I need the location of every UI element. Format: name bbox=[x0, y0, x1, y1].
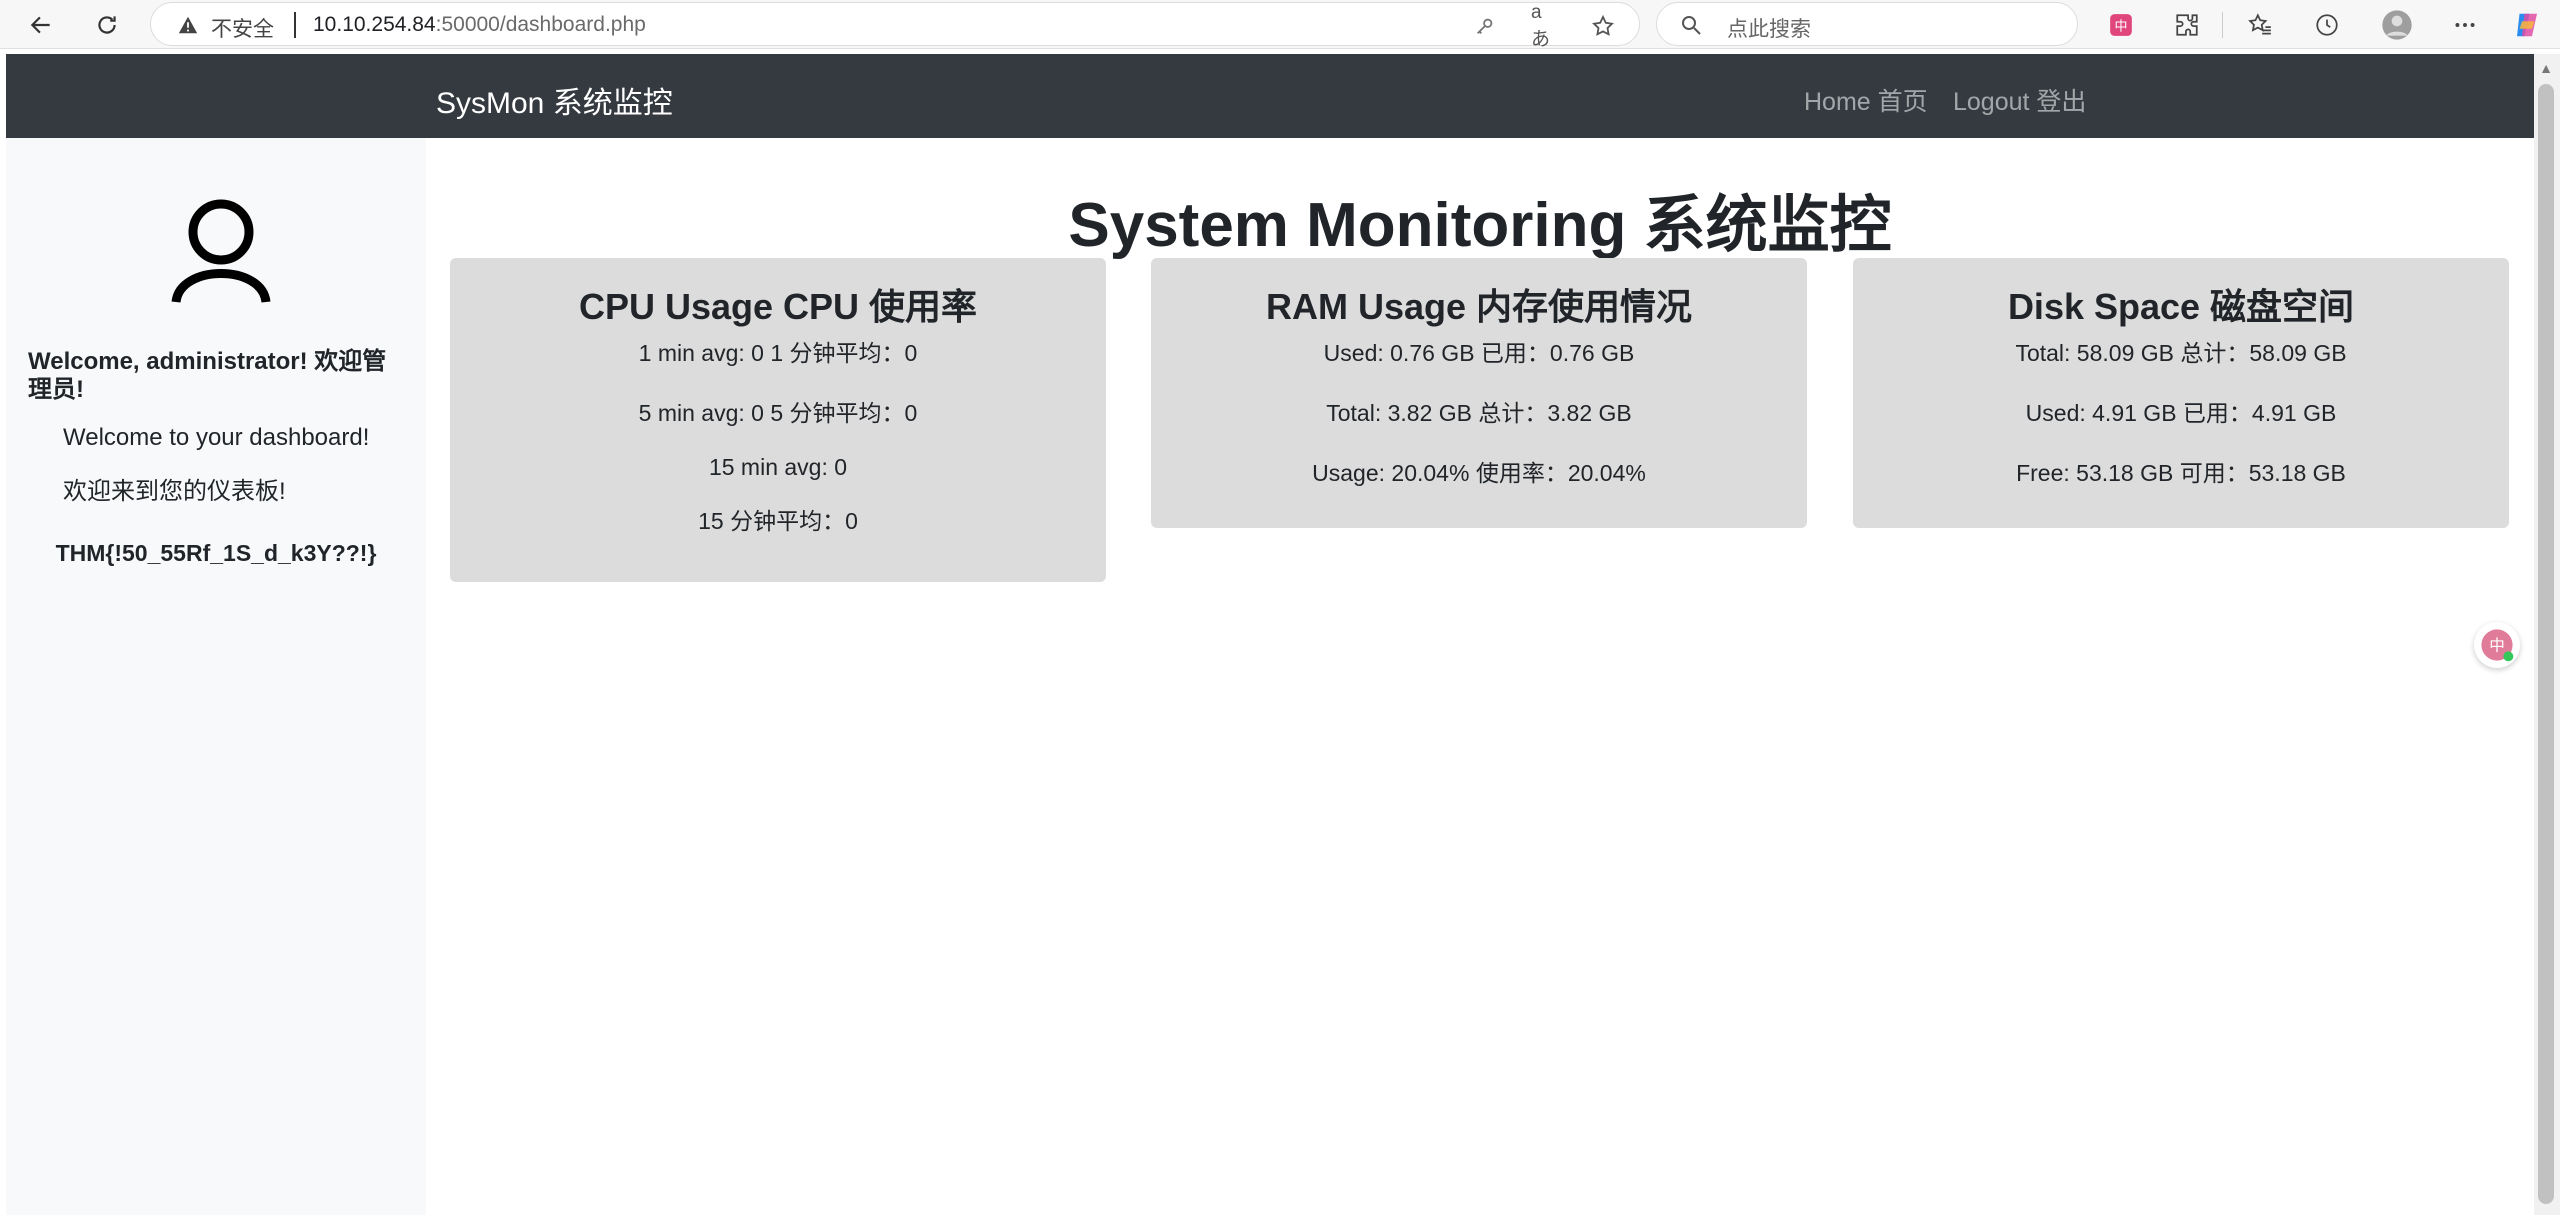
back-button[interactable] bbox=[22, 6, 60, 44]
card-line: Total: 3.82 GB 总计：3.82 GB bbox=[1326, 400, 1632, 426]
card-line: 5 min avg: 0 5 分钟平均：0 bbox=[638, 400, 918, 426]
reload-button[interactable] bbox=[88, 6, 126, 44]
sidebar: Welcome, administrator! 欢迎管理员! Welcome t… bbox=[6, 138, 426, 1215]
profile-avatar-icon[interactable] bbox=[2380, 8, 2414, 42]
scrollbar-thumb[interactable] bbox=[2538, 84, 2554, 1204]
more-menu-icon[interactable] bbox=[2448, 8, 2482, 42]
card-line: Used: 4.91 GB 已用：4.91 GB bbox=[2025, 400, 2337, 426]
read-aloud-icon[interactable]: aあ bbox=[1531, 2, 1559, 50]
address-bar[interactable]: 不安全 10.10.254.84:50000/dashboard.php aあ bbox=[150, 2, 1640, 50]
nav-home-link[interactable]: Home 首页 bbox=[1804, 82, 1928, 118]
top-navbar: SysMon 系统监控 Home 首页 Logout 登出 bbox=[6, 54, 2534, 138]
svg-text:中: 中 bbox=[2489, 637, 2505, 655]
nav-logout-link[interactable]: Logout 登出 bbox=[1953, 82, 2086, 118]
url-host: 10.10.254.84 bbox=[313, 13, 436, 36]
toolbar-divider bbox=[2222, 12, 2223, 38]
history-icon[interactable] bbox=[2310, 8, 2344, 42]
cpu-usage-card: CPU Usage CPU 使用率 1 min avg: 0 1 分钟平均：0 … bbox=[450, 258, 1106, 582]
card-line: 15 min avg: 0 bbox=[708, 454, 848, 480]
key-icon[interactable] bbox=[1471, 12, 1499, 40]
arrow-left-icon bbox=[30, 16, 50, 34]
search-icon bbox=[1682, 16, 1701, 35]
url-text[interactable]: 10.10.254.84:50000/dashboard.php bbox=[313, 13, 646, 37]
user-avatar-icon bbox=[171, 199, 271, 304]
extensions-icon[interactable] bbox=[2170, 8, 2204, 42]
favorite-star-icon[interactable] bbox=[1589, 12, 1617, 40]
card-line: Total: 58.09 GB 总计：58.09 GB bbox=[2015, 340, 2347, 366]
web-page: SysMon 系统监控 Home 首页 Logout 登出 Welcome, a… bbox=[6, 54, 2534, 1215]
url-path: :50000/dashboard.php bbox=[435, 13, 646, 36]
page-title: System Monitoring 系统监控 bbox=[1068, 191, 1892, 260]
welcome-message-zh: 欢迎来到您的仪表板! bbox=[63, 478, 286, 505]
reload-icon bbox=[98, 16, 116, 34]
search-placeholder: 点此搜索 bbox=[1727, 18, 1811, 41]
welcome-message-en: Welcome to your dashboard! bbox=[63, 424, 370, 451]
card-line: Used: 0.76 GB 已用：0.76 GB bbox=[1323, 340, 1635, 366]
favorites-icon[interactable] bbox=[2243, 8, 2277, 42]
brand-link[interactable]: SysMon 系统监控 bbox=[436, 78, 673, 122]
card-line: 1 min avg: 0 1 分钟平均：0 bbox=[638, 340, 918, 366]
ram-usage-card: RAM Usage 内存使用情况 Used: 0.76 GB 已用：0.76 G… bbox=[1151, 258, 1807, 528]
disk-space-card: Disk Space 磁盘空间 Total: 58.09 GB 总计：58.09… bbox=[1853, 258, 2509, 528]
search-input[interactable]: 点此搜索 bbox=[1656, 2, 2078, 46]
browser-toolbar: 不安全 10.10.254.84:50000/dashboard.php aあ … bbox=[0, 0, 2560, 50]
card-title: CPU Usage CPU 使用率 bbox=[578, 286, 978, 327]
card-line: Free: 53.18 GB 可用：53.18 GB bbox=[2016, 460, 2346, 486]
card-line: 15 分钟平均：0 bbox=[698, 508, 858, 534]
copilot-icon[interactable] bbox=[2510, 8, 2544, 42]
address-divider bbox=[294, 12, 296, 38]
card-title: Disk Space 磁盘空间 bbox=[2007, 286, 2355, 327]
floating-translate-icon[interactable]: 中 bbox=[2474, 622, 2520, 668]
insecure-label[interactable]: 不安全 bbox=[211, 13, 274, 43]
card-title: RAM Usage 内存使用情况 bbox=[1265, 286, 1693, 327]
flag-text: THM{!50_55Rf_1S_d_k3Y??!} bbox=[55, 540, 377, 566]
svg-text:中: 中 bbox=[2114, 19, 2127, 34]
scroll-up-arrow-icon[interactable]: ▲ bbox=[2538, 60, 2554, 76]
translate-extension-icon[interactable]: 中 bbox=[2104, 8, 2138, 42]
card-line: Usage: 20.04% 使用率：20.04% bbox=[1312, 460, 1646, 486]
welcome-heading: Welcome, administrator! 欢迎管理员! bbox=[28, 348, 387, 403]
warning-icon[interactable] bbox=[177, 14, 199, 36]
